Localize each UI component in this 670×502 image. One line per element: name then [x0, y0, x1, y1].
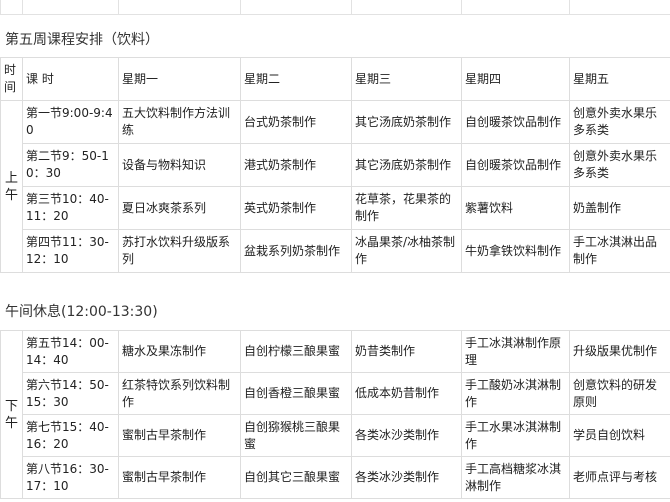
header-monday: 星期一: [118, 57, 241, 101]
course-cell: 设备与物料知识: [118, 143, 241, 187]
time-cell: 第三节10：40-11：20: [22, 186, 119, 230]
course-cell: 英式奶茶制作: [240, 186, 352, 230]
course-cell: 升级版果优制作: [569, 330, 670, 373]
header-wednesday: 星期三: [351, 57, 462, 101]
course-cell: 盆栽系列奶茶制作: [240, 229, 352, 273]
header-tuesday: 星期二: [240, 57, 352, 101]
course-cell: 手工冰淇淋出品制作: [569, 229, 670, 273]
table-row: 第四节11：30-12：10 苏打水饮料升级版系列 盆栽系列奶茶制作 冰晶果茶/…: [1, 229, 670, 273]
course-cell: 自创暖茶饮品制作: [461, 100, 570, 144]
header-thursday: 星期四: [461, 57, 570, 101]
time-cell: 第五节14：00-14：40: [22, 330, 119, 373]
time-cell: 第一节9:00-9:40: [22, 100, 119, 144]
course-cell: 苏打水饮料升级版系列: [118, 229, 241, 273]
morning-label: 上午: [0, 100, 23, 273]
course-cell: 蜜制古早茶制作: [118, 456, 241, 499]
afternoon-label: 下午: [0, 330, 23, 499]
page-title: 第五周课程安排（饮料）: [5, 32, 159, 48]
table-row: 上午 第一节9:00-9:40 五大饮料制作方法训练 台式奶茶制作 其它汤底奶茶…: [0, 100, 670, 273]
course-cell: 糖水及果冻制作: [118, 330, 241, 373]
table-row: 下午 第五节14：00-14：40 糖水及果冻制作 自创柠檬三酿果蜜 奶昔类制作…: [0, 330, 670, 499]
course-cell: 自创香橙三酿果蜜: [240, 372, 352, 415]
course-cell: 各类冰沙类制作: [351, 456, 462, 499]
table-row: 第六节14：50-15：30 红茶特饮系列饮料制作 自创香橙三酿果蜜 低成本奶昔…: [1, 372, 670, 415]
time-cell: 第二节9：50-10：30: [22, 143, 119, 187]
previous-table-edge: [0, 0, 670, 15]
course-cell: 创意外卖水果乐多系类: [569, 100, 670, 144]
course-cell: 各类冰沙类制作: [351, 414, 462, 457]
table-row: 第三节10：40-11：20 夏日冰爽茶系列 英式奶茶制作 花草茶，花果茶的制作…: [1, 186, 670, 230]
course-cell: 自创猕猴桃三酿果蜜: [240, 414, 352, 457]
course-cell: 奶昔类制作: [351, 330, 462, 373]
course-cell: 五大饮料制作方法训练: [118, 100, 241, 144]
course-cell: 紫薯饮料: [461, 186, 570, 230]
lunch-break-title: 午间休息(12:00-13:30): [5, 304, 158, 320]
course-cell: 自创柠檬三酿果蜜: [240, 330, 352, 373]
course-cell: 老师点评与考核: [569, 456, 670, 499]
header-period: 课 时: [22, 57, 119, 101]
course-cell: 港式奶茶制作: [240, 143, 352, 187]
course-cell: 手工水果冰淇淋制作: [461, 414, 570, 457]
morning-schedule-table: 时间 课 时 星期一 星期二 星期三 星期四 星期五 上午 第一节9:00-9:…: [0, 57, 670, 273]
course-cell: 其它汤底奶茶制作: [351, 143, 462, 187]
course-cell: 自创其它三酿果蜜: [240, 456, 352, 499]
course-cell: 花草茶，花果茶的制作: [351, 186, 462, 230]
course-cell: 其它汤底奶茶制作: [351, 100, 462, 144]
course-cell: 手工酸奶冰淇淋制作: [461, 372, 570, 415]
course-cell: 蜜制古早茶制作: [118, 414, 241, 457]
course-cell: 创意外卖水果乐多系类: [569, 143, 670, 187]
table-row: 第二节9：50-10：30 设备与物料知识 港式奶茶制作 其它汤底奶茶制作 自创…: [1, 143, 670, 187]
time-cell: 第六节14：50-15：30: [22, 372, 119, 415]
header-friday: 星期五: [569, 57, 670, 101]
course-cell: 夏日冰爽茶系列: [118, 186, 241, 230]
table-row: 第八节16：30-17：10 蜜制古早茶制作 自创其它三酿果蜜 各类冰沙类制作 …: [1, 456, 670, 499]
table-row: 第七节15：40-16：20 蜜制古早茶制作 自创猕猴桃三酿果蜜 各类冰沙类制作…: [1, 414, 670, 457]
course-cell: 手工冰淇淋制作原理: [461, 330, 570, 373]
course-cell: 冰晶果茶/冰柚茶制作: [351, 229, 462, 273]
time-cell: 第七节15：40-16：20: [22, 414, 119, 457]
course-cell: 台式奶茶制作: [240, 100, 352, 144]
course-cell: 奶盖制作: [569, 186, 670, 230]
course-cell: 学员自创饮料: [569, 414, 670, 457]
time-cell: 第八节16：30-17：10: [22, 456, 119, 499]
course-cell: 自创暖茶饮品制作: [461, 143, 570, 187]
header-row: 时间 课 时 星期一 星期二 星期三 星期四 星期五: [0, 57, 670, 101]
afternoon-schedule-table: 下午 第五节14：00-14：40 糖水及果冻制作 自创柠檬三酿果蜜 奶昔类制作…: [0, 330, 670, 499]
course-cell: 低成本奶昔制作: [351, 372, 462, 415]
course-cell: 红茶特饮系列饮料制作: [118, 372, 241, 415]
header-time: 时间: [0, 57, 23, 101]
course-cell: 创意饮料的研发原则: [569, 372, 670, 415]
time-cell: 第四节11：30-12：10: [22, 229, 119, 273]
course-cell: 手工高档糖浆冰淇淋制作: [461, 456, 570, 499]
course-cell: 牛奶拿铁饮料制作: [461, 229, 570, 273]
